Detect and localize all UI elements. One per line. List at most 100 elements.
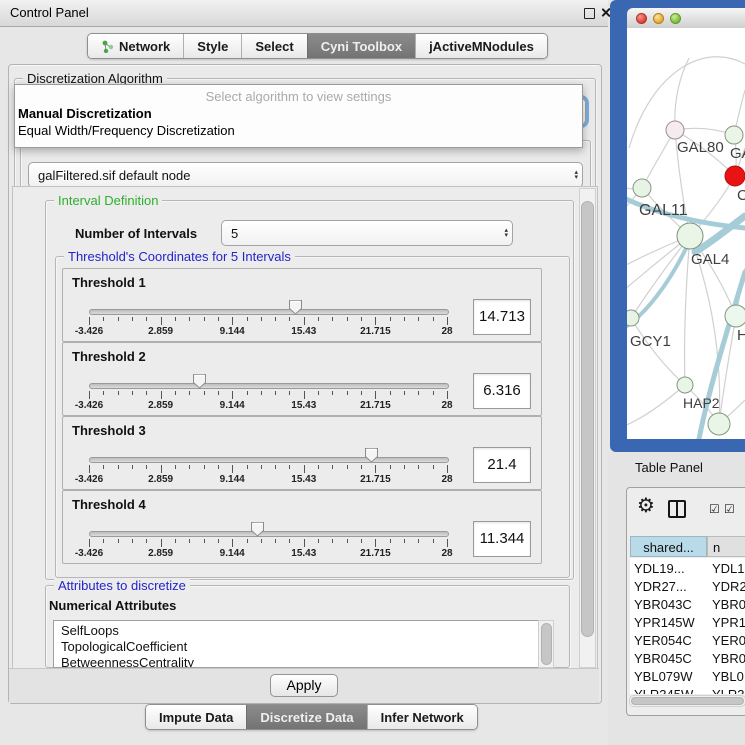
tick-mark: [433, 317, 434, 321]
minimize-traffic-light-icon[interactable]: [653, 13, 664, 24]
table-row[interactable]: YBR043CYBR0: [630, 597, 745, 615]
table-row[interactable]: YPR145WYPR1: [630, 615, 745, 633]
column-header-shared-name[interactable]: shared...: [630, 536, 707, 557]
threshold-2-slider-thumb[interactable]: [192, 373, 207, 389]
network-node[interactable]: [677, 377, 693, 393]
checkbox-checked-icon[interactable]: ☑: [709, 502, 720, 516]
tick-mark: [332, 391, 333, 395]
tick-label: -3.426: [75, 400, 103, 411]
tick-mark: [175, 391, 176, 395]
network-canvas[interactable]: GAL80GACGAL11GAL4GCY1HHAP2: [627, 28, 745, 439]
threshold-1-slider[interactable]: [89, 309, 449, 315]
table-horizontal-scrollbar[interactable]: [629, 695, 745, 707]
table-row[interactable]: YDR27...YDR2: [630, 579, 745, 597]
tab-label: Select: [255, 39, 293, 54]
tick-label: 9.144: [220, 548, 245, 559]
tick-mark: [161, 539, 162, 547]
tick-mark: [161, 465, 162, 473]
tick-mark: [218, 391, 219, 395]
table-data-combobox[interactable]: galFiltered.sif default node ▴▾: [28, 162, 583, 188]
checkbox-checked-icon[interactable]: ☑: [724, 502, 735, 516]
tab-select[interactable]: Select: [241, 34, 306, 58]
numerical-attributes-label: Numerical Attributes: [49, 598, 176, 613]
tick-label: -3.426: [75, 548, 103, 559]
node-table[interactable]: YDL19...YDL1YDR27...YDR2YBR043CYBR0YPR14…: [630, 558, 745, 694]
tick-mark: [261, 391, 262, 395]
tab-style[interactable]: Style: [183, 34, 241, 58]
tick-label: 21.715: [360, 474, 391, 485]
tab-cyni-toolbox[interactable]: Cyni Toolbox: [307, 34, 415, 58]
tick-mark: [118, 465, 119, 469]
cell-shared-name: YBR045C: [634, 651, 692, 666]
tick-mark: [447, 465, 448, 473]
tab-jactivemnodules[interactable]: jActiveMNodules: [415, 34, 547, 58]
attribute-item-betweennesscentrality[interactable]: BetweennessCentrality: [61, 655, 194, 668]
network-node[interactable]: [627, 310, 639, 326]
algorithm-option-equal-width-frequency-discretization[interactable]: Equal Width/Frequency Discretization: [18, 123, 235, 138]
column-header-name[interactable]: n: [707, 536, 745, 557]
threshold-2-slider[interactable]: [89, 383, 449, 389]
tick-mark: [318, 391, 319, 395]
network-node[interactable]: [708, 413, 730, 435]
attribute-item-topologicalcoefficient[interactable]: TopologicalCoefficient: [61, 639, 187, 655]
node-label-gal11: GAL11: [639, 202, 688, 219]
apply-button[interactable]: Apply: [270, 674, 338, 697]
threshold-3-slider-thumb[interactable]: [364, 447, 379, 463]
threshold-4-slider[interactable]: [89, 531, 449, 537]
tick-mark: [132, 391, 133, 395]
gear-icon[interactable]: ⚙: [637, 494, 655, 516]
top-tab-bar: NetworkStyle Select Cyni Toolbox jActiveMNo…: [87, 33, 548, 59]
tab-discretize-data[interactable]: Discretize Data: [246, 705, 366, 729]
threshold-2-value[interactable]: 6.316: [473, 373, 531, 409]
threshold-1-slider-thumb[interactable]: [288, 299, 303, 315]
network-node[interactable]: [677, 223, 703, 249]
network-window-titlebar[interactable]: [627, 8, 745, 29]
tick-mark: [161, 391, 162, 399]
table-row[interactable]: YBR045CYBR0: [630, 651, 745, 669]
network-edge: [627, 385, 685, 426]
algorithm-option-manual-discretization[interactable]: Manual Discretization: [18, 106, 152, 121]
number-of-intervals-combobox[interactable]: 5 ▴▾: [221, 220, 513, 246]
table-row[interactable]: YDL19...YDL1: [630, 561, 745, 579]
tick-label: 28: [441, 548, 452, 559]
main-vertical-scrollbar[interactable]: [579, 188, 596, 668]
zoom-traffic-light-icon[interactable]: [670, 13, 681, 24]
float-window-icon[interactable]: [584, 8, 595, 19]
split-columns-icon[interactable]: [668, 500, 686, 518]
threshold-3-value[interactable]: 21.4: [473, 447, 531, 483]
network-node[interactable]: [633, 179, 651, 197]
tab-network[interactable]: Network: [88, 34, 183, 58]
tab-impute-data[interactable]: Impute Data: [146, 705, 246, 729]
attribute-item-selfloops[interactable]: SelfLoops: [61, 623, 119, 639]
network-node[interactable]: [725, 166, 745, 186]
threshold-4-value[interactable]: 11.344: [473, 521, 531, 557]
tick-mark: [375, 539, 376, 547]
tick-mark: [189, 539, 190, 543]
network-node[interactable]: [725, 126, 743, 144]
tick-mark: [361, 391, 362, 395]
close-traffic-light-icon[interactable]: [636, 13, 647, 24]
combo-stepper-icon[interactable]: ▴▾: [504, 228, 508, 238]
tick-mark: [175, 317, 176, 321]
attributes-list-scrollbar[interactable]: [538, 620, 554, 668]
tick-mark: [247, 539, 248, 543]
tick-mark: [332, 539, 333, 543]
tick-label: 21.715: [360, 326, 391, 337]
tab-infer-network[interactable]: Infer Network: [367, 705, 477, 729]
tab-label: jActiveMNodules: [429, 39, 534, 54]
table-row[interactable]: YBL079WYBL0: [630, 669, 745, 687]
numerical-attributes-list[interactable]: SelfLoopsTopologicalCoefficientBetweenne…: [53, 620, 539, 668]
cell-name: YBR0: [712, 597, 745, 612]
tick-mark: [404, 539, 405, 543]
threshold-4-slider-thumb[interactable]: [250, 521, 265, 537]
table-row[interactable]: YLR345WYLR3: [630, 687, 745, 694]
network-node[interactable]: [666, 121, 684, 139]
tick-mark: [118, 539, 119, 543]
threshold-1-value[interactable]: 14.713: [473, 299, 531, 335]
tick-label: 15.43: [291, 400, 316, 411]
combo-stepper-icon[interactable]: ▴▾: [574, 170, 578, 180]
table-row[interactable]: YER054CYER0: [630, 633, 745, 651]
threshold-3-slider[interactable]: [89, 457, 449, 463]
tick-mark: [418, 317, 419, 321]
network-node[interactable]: [725, 305, 745, 327]
